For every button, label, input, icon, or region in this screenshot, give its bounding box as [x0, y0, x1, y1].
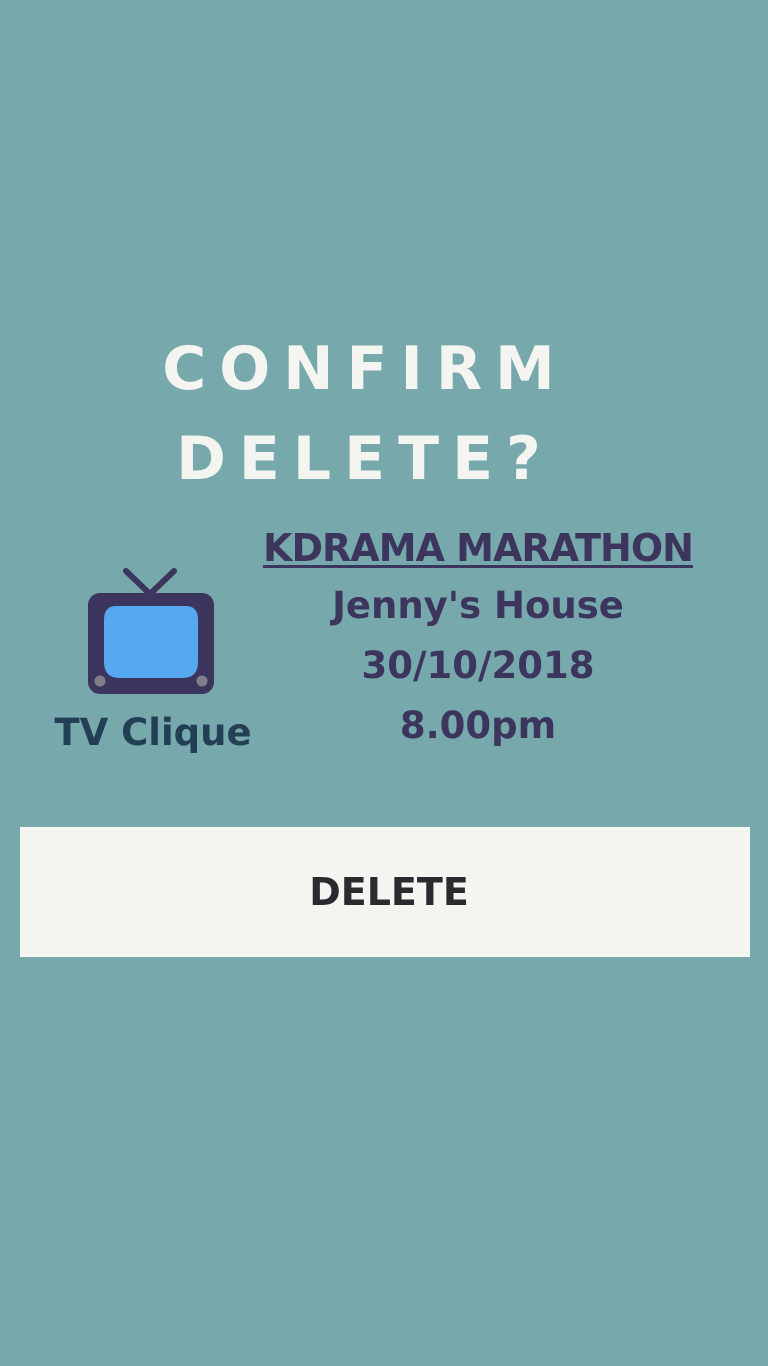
tv-icon [86, 566, 216, 696]
delete-button[interactable]: DELETE [20, 827, 750, 957]
event-details: KDRAMA MARATHON Jenny's House 30/10/2018… [258, 520, 698, 756]
page-title: CONFIRM DELETE? [0, 324, 730, 504]
delete-button-label: DELETE [309, 870, 469, 914]
event-date: 30/10/2018 [361, 644, 595, 687]
title-line-2: DELETE? [176, 424, 554, 495]
event-name: KDRAMA MARATHON [263, 526, 694, 570]
title-line-1: CONFIRM [162, 334, 568, 405]
event-location: Jenny's House [332, 584, 624, 627]
group-name: TV Clique [54, 711, 252, 754]
event-time: 8.00pm [399, 704, 557, 747]
